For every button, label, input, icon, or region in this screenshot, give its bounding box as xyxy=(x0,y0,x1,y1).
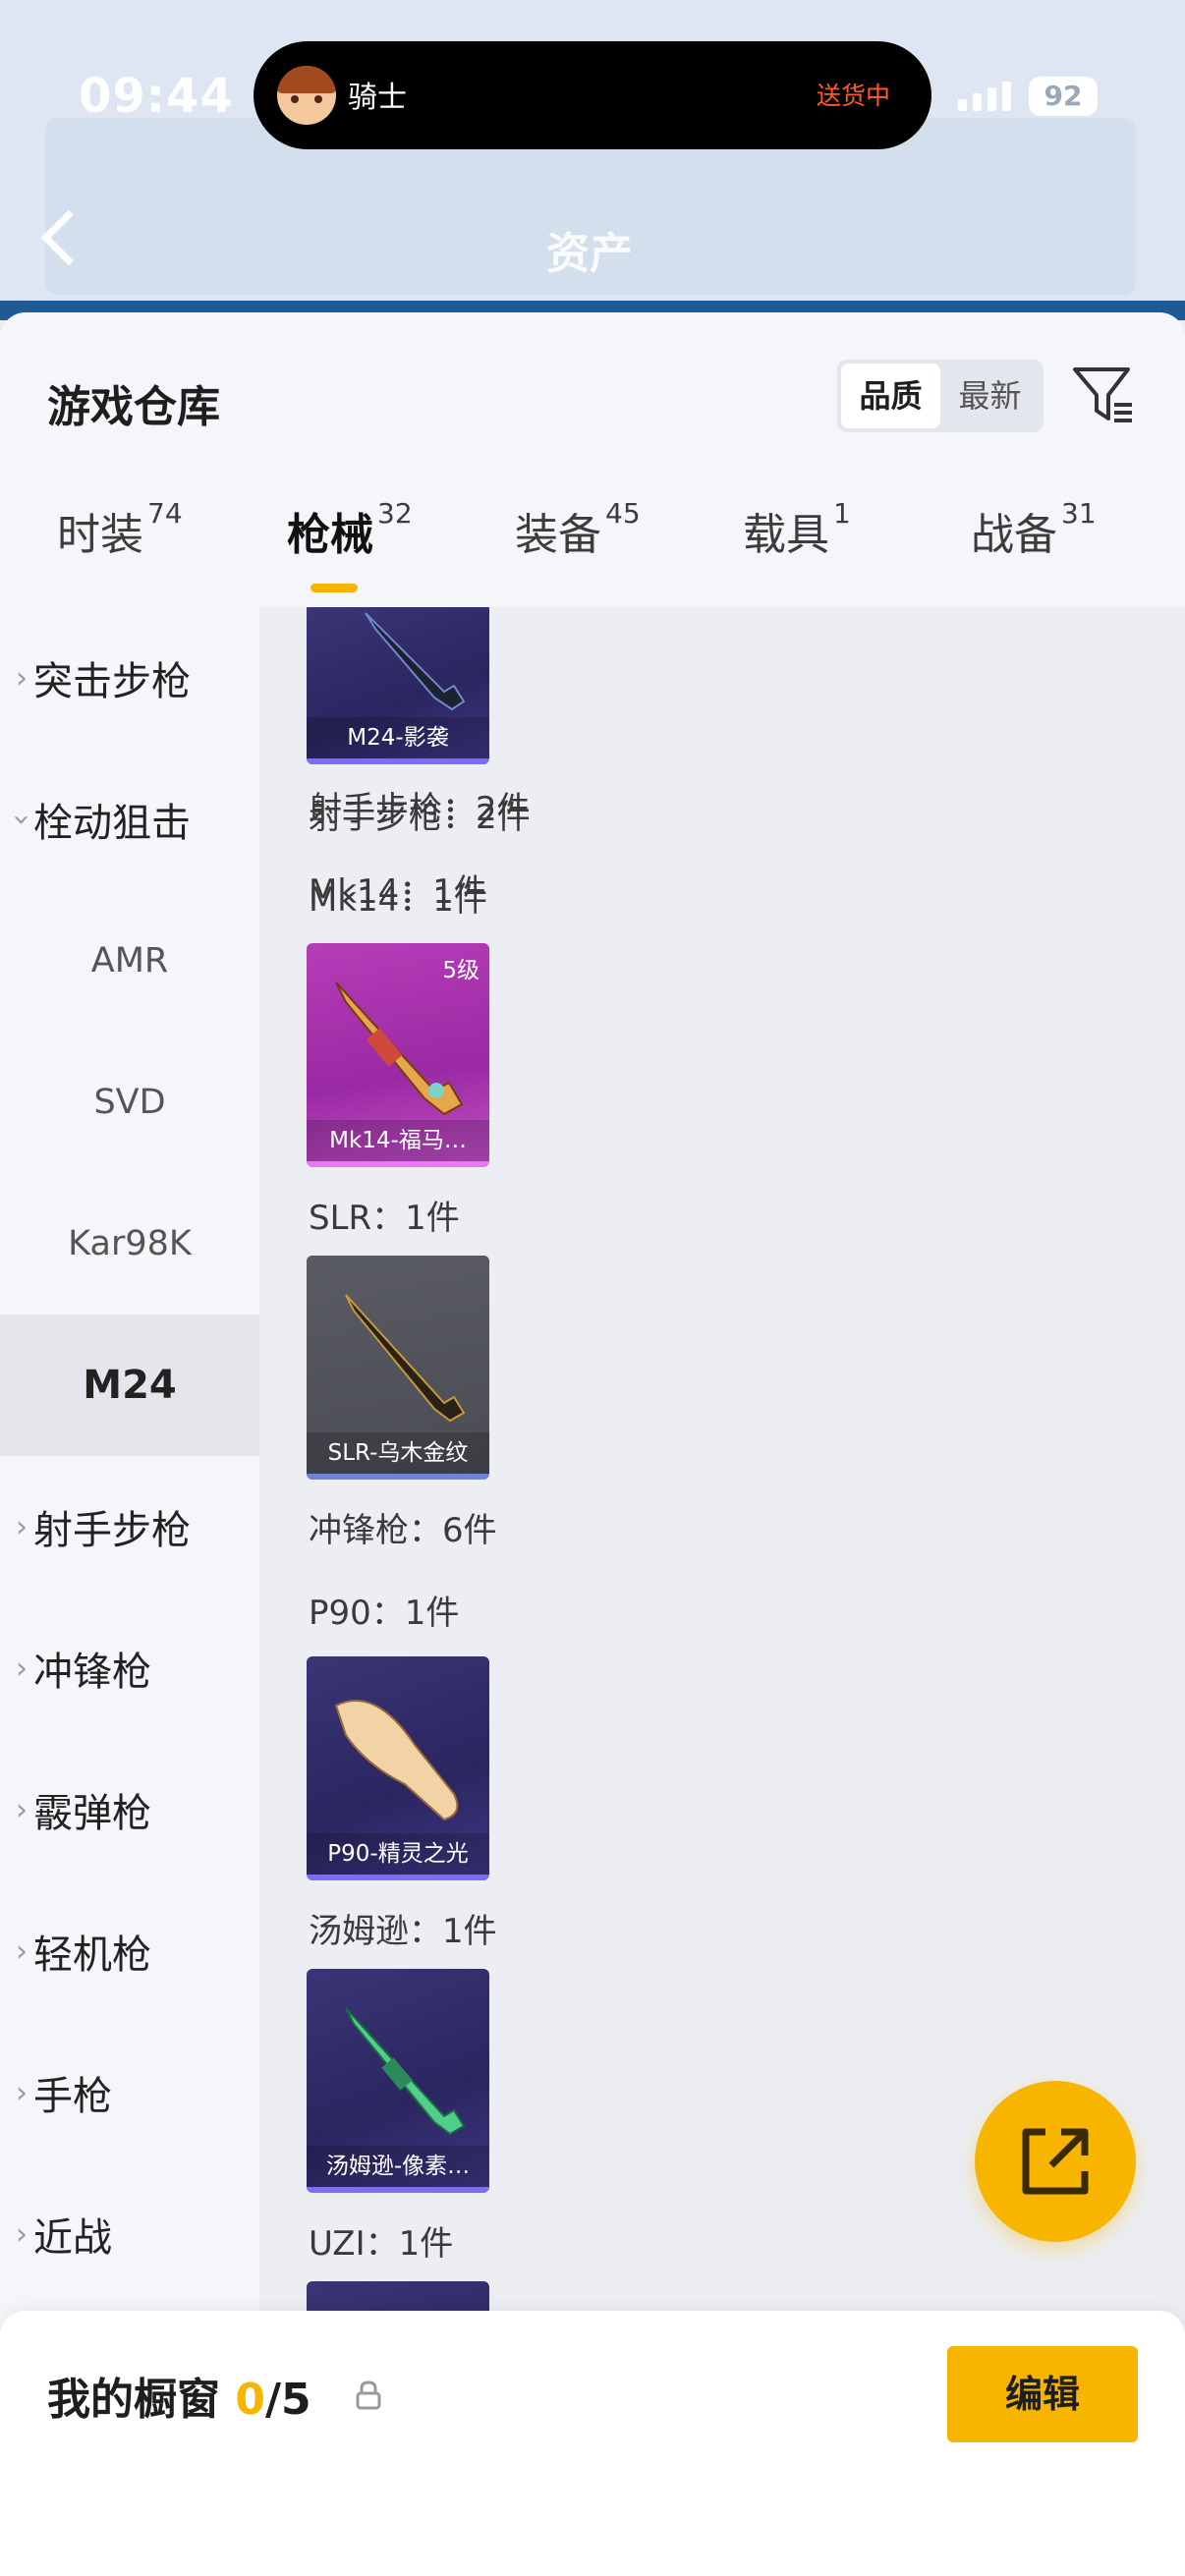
showcase-count-total: /5 xyxy=(264,2375,311,2425)
group-header: UZI：1件 xyxy=(309,2224,454,2264)
item-level-badge: 5级 xyxy=(442,958,480,983)
live-activity[interactable]: 骑士 送货中 xyxy=(254,41,931,149)
tab-count: 45 xyxy=(605,497,641,530)
tab-count: 1 xyxy=(833,497,851,530)
showcase-count-current: 0 xyxy=(235,2375,265,2425)
item-card-name: M24-影袭 xyxy=(307,717,489,758)
tab-vehicles[interactable]: 载具 1 xyxy=(743,497,851,607)
filter-icon[interactable] xyxy=(1071,362,1136,426)
sidebar-item-label: 手枪 xyxy=(33,2074,112,2119)
group-header: 冲锋枪：6件 xyxy=(309,1511,497,1550)
chevron-right-icon xyxy=(0,1652,33,1686)
item-card-name: P90-精灵之光 xyxy=(307,1833,489,1875)
group-header: 射手步枪：2件 xyxy=(309,798,531,837)
tab-active-indicator xyxy=(310,584,358,592)
tab-count: 31 xyxy=(1061,497,1097,530)
chevron-right-icon xyxy=(0,661,33,696)
status-indicators: 92 xyxy=(958,77,1098,116)
sidebar-item-label: 突击步枪 xyxy=(33,659,191,704)
group-header: SLR：1件 xyxy=(309,1199,460,1238)
item-card-name: 汤姆逊-像素… xyxy=(307,2146,489,2187)
item-list-viewport: M24-影袭 射手步枪：2件 Mk14：1件 5级 Mk14-福马… SLR：1… xyxy=(259,607,1185,2311)
sidebar-item-label: SVD xyxy=(93,1083,166,1122)
external-link-button[interactable] xyxy=(975,2081,1136,2242)
external-link-icon xyxy=(1022,2128,1089,2195)
sidebar-item-label: 轻机枪 xyxy=(33,1932,151,1978)
sheet-title: 游戏仓库 xyxy=(47,382,220,432)
item-card-uzi[interactable] xyxy=(307,2281,489,2311)
item-card-mk14[interactable]: 5级 Mk14-福马… xyxy=(307,943,489,1167)
chevron-right-icon xyxy=(0,1793,33,1827)
sidebar-item-bolt-sniper[interactable]: › 栓动狙击 xyxy=(0,749,259,890)
sidebar-item-lmg[interactable]: 轻机枪 xyxy=(0,1880,259,2022)
sidebar-item-label: 霰弹枪 xyxy=(33,1791,151,1836)
group-header: Mk14：1件 xyxy=(309,880,487,920)
sidebar-item-smg[interactable]: 冲锋枪 xyxy=(0,1597,259,1739)
group-header: 汤姆逊：1件 xyxy=(309,1912,497,1951)
sidebar-item-marksman-rifle[interactable]: 射手步枪 xyxy=(0,1456,259,1597)
chevron-right-icon xyxy=(0,2076,33,2110)
tab-fashion[interactable]: 时装 74 xyxy=(57,497,183,607)
showcase-title: 我的橱窗 0/5 xyxy=(47,2364,311,2427)
smg-icon xyxy=(334,1700,459,1821)
tab-count: 32 xyxy=(377,497,413,530)
signal-icon xyxy=(958,82,1011,111)
tab-label: 枪械 xyxy=(287,510,373,560)
tab-count: 74 xyxy=(147,497,183,530)
lock-icon xyxy=(356,2380,381,2410)
sidebar-item-label: M24 xyxy=(83,1363,177,1408)
chevron-right-icon xyxy=(0,2217,33,2252)
sidebar-item-label: 近战 xyxy=(33,2215,112,2261)
sidebar-item-svd[interactable]: SVD xyxy=(0,1032,259,1173)
group-header: P90：1件 xyxy=(309,1594,460,1633)
rifle-icon xyxy=(365,612,466,711)
tab-equipment[interactable]: 装备 45 xyxy=(515,497,641,607)
sidebar-item-melee[interactable]: 近战 xyxy=(0,2163,259,2305)
sidebar-item-label: 栓动狙击 xyxy=(33,801,191,846)
tab-label: 时装 xyxy=(57,510,143,560)
smg-icon xyxy=(345,2007,466,2136)
sidebar-item-m24[interactable]: M24 xyxy=(0,1315,259,1456)
chevron-right-icon xyxy=(0,1934,33,1969)
sidebar-item-label: 射手步枪 xyxy=(33,1508,191,1553)
sidebar-item-shotgun[interactable]: 霰弹枪 xyxy=(0,1739,259,1880)
sort-quality-button[interactable]: 品质 xyxy=(841,364,940,428)
sidebar-item-label: Kar98K xyxy=(68,1224,192,1263)
tab-label: 装备 xyxy=(515,510,601,560)
sidebar-item-amr[interactable]: AMR xyxy=(0,890,259,1032)
live-activity-name: 骑士 xyxy=(348,81,407,115)
category-sidebar: 突击步枪 › 栓动狙击 AMR SVD Kar98K M24 射手步枪 冲锋枪 … xyxy=(0,607,259,2576)
sort-toggle[interactable]: 品质 最新 xyxy=(837,360,1044,432)
page-title: 资产 xyxy=(546,229,633,279)
item-card-name: Mk14-福马… xyxy=(307,1120,489,1161)
item-card-m24[interactable]: M24-影袭 xyxy=(307,607,489,764)
chevron-right-icon xyxy=(0,1510,33,1544)
sidebar-item-label: 冲锋枪 xyxy=(33,1650,151,1695)
sidebar-item-pistol[interactable]: 手枪 xyxy=(0,2022,259,2163)
sidebar-item-label: AMR xyxy=(90,941,169,980)
sidebar-item-assault-rifle[interactable]: 突击步枪 xyxy=(0,607,259,749)
rifle-icon xyxy=(345,1294,466,1423)
item-card-p90[interactable]: P90-精灵之光 xyxy=(307,1656,489,1880)
status-time: 09:44 xyxy=(79,69,234,124)
item-card-name: SLR-乌木金纹 xyxy=(307,1432,489,1474)
battery-icon: 92 xyxy=(1029,77,1098,116)
sidebar-item-kar98k[interactable]: Kar98K xyxy=(0,1173,259,1315)
rider-avatar xyxy=(277,66,336,125)
tab-label: 载具 xyxy=(743,510,829,560)
showcase-label: 我的橱窗 xyxy=(47,2375,220,2425)
item-card-slr[interactable]: SLR-乌木金纹 xyxy=(307,1256,489,1480)
edit-button[interactable]: 编辑 xyxy=(947,2346,1138,2442)
item-card-thompson[interactable]: 汤姆逊-像素… xyxy=(307,1969,489,2193)
chevron-down-icon: › xyxy=(4,813,39,825)
tab-guns[interactable]: 枪械 32 xyxy=(287,497,413,607)
sort-newest-button[interactable]: 最新 xyxy=(940,364,1040,428)
showcase-bar: 我的橱窗 0/5 编辑 xyxy=(0,2311,1185,2576)
tab-label: 战备 xyxy=(971,510,1057,560)
live-activity-status: 送货中 xyxy=(816,82,890,110)
category-tabs: 时装 74 枪械 32 装备 45 载具 1 战备 31 xyxy=(0,497,1185,607)
tab-supplies[interactable]: 战备 31 xyxy=(971,497,1097,607)
